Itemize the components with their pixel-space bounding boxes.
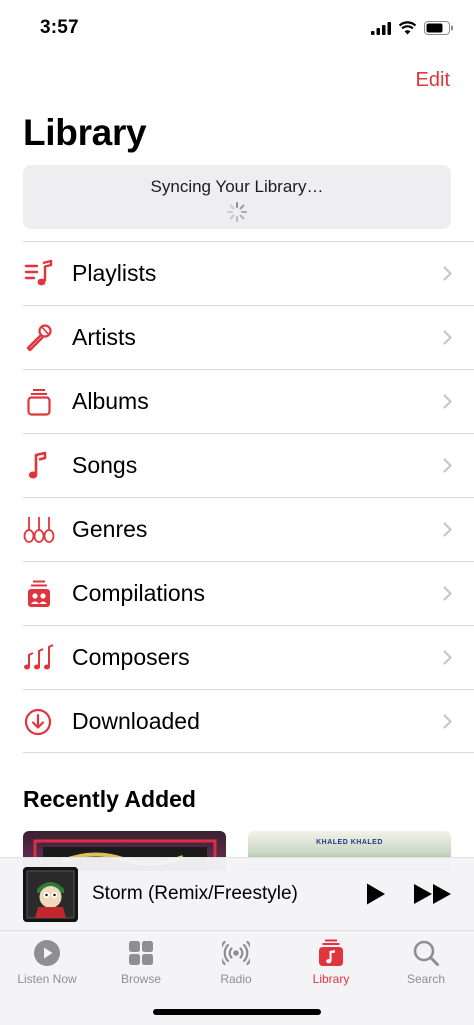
playlist-icon [24, 259, 53, 286]
chevron-right-icon [443, 394, 452, 409]
status-time: 3:57 [40, 17, 79, 38]
status-bar: 3:57 [0, 0, 474, 56]
play-icon[interactable] [365, 882, 387, 906]
library-item-label: Composers [72, 644, 190, 670]
library-item-albums[interactable]: Albums [23, 369, 474, 433]
play-circle-icon [34, 940, 60, 966]
album-artwork-title: KHALED KHALED [316, 839, 383, 846]
tab-browse[interactable]: Browse [94, 931, 188, 1001]
library-item-label: Playlists [72, 260, 157, 286]
chevron-right-icon [443, 650, 452, 665]
tab-label: Library [312, 972, 350, 986]
library-item-label: Downloaded [72, 708, 200, 734]
activity-spinner-icon [227, 202, 247, 222]
music-note-icon [28, 451, 47, 479]
sync-status-text: Syncing Your Library… [150, 177, 324, 196]
page-title: Library [23, 112, 147, 153]
sync-status-banner: Syncing Your Library… [23, 165, 451, 229]
tab-radio[interactable]: Radio [189, 931, 283, 1001]
library-item-genres[interactable]: Genres [23, 497, 474, 561]
chevron-right-icon [443, 458, 452, 473]
library-item-composers[interactable]: Composers [23, 625, 474, 689]
album-stack-icon [27, 389, 51, 416]
fast-forward-icon[interactable] [413, 882, 453, 906]
library-item-songs[interactable]: Songs [23, 433, 474, 497]
guitars-icon [23, 517, 55, 543]
tab-label: Browse [120, 972, 161, 986]
tab-search[interactable]: Search [379, 931, 473, 1001]
tab-library[interactable]: Library [284, 931, 378, 1001]
compilation-icon [28, 580, 50, 607]
library-item-label: Songs [72, 452, 138, 478]
battery-icon [424, 21, 453, 35]
edit-button[interactable]: Edit [416, 69, 450, 92]
library-item-playlists[interactable]: Playlists [23, 241, 474, 305]
tab-label: Listen Now [17, 972, 77, 986]
tab-listen-now[interactable]: Listen Now [0, 931, 94, 1001]
recently-added-heading: Recently Added [23, 786, 196, 812]
library-item-artists[interactable]: Artists [23, 305, 474, 369]
library-item-compilations[interactable]: Compilations [23, 561, 474, 625]
home-indicator[interactable] [153, 1009, 321, 1015]
cellular-signal-icon [371, 21, 391, 35]
download-circle-icon [24, 708, 52, 736]
chevron-right-icon [443, 266, 452, 281]
status-icons [371, 18, 454, 38]
chevron-right-icon [443, 586, 452, 601]
library-list: Playlists Artists Albums Songs Genres Co… [23, 241, 474, 753]
now-playing-artwork [23, 867, 78, 922]
library-item-label: Albums [72, 388, 149, 414]
chevron-right-icon [443, 714, 452, 729]
now-playing-title: Storm (Remix/Freestyle) [92, 883, 298, 904]
chevron-right-icon [443, 330, 452, 345]
tab-label: Search [406, 972, 446, 986]
grid-icon [129, 941, 153, 965]
library-item-downloaded[interactable]: Downloaded [23, 689, 474, 753]
magnifier-icon [413, 940, 439, 966]
chevron-right-icon [443, 522, 452, 537]
radio-waves-icon [222, 940, 250, 966]
mini-player[interactable]: Storm (Remix/Freestyle) [0, 857, 474, 930]
library-item-label: Genres [72, 516, 148, 542]
microphone-icon [26, 324, 52, 352]
library-item-label: Artists [72, 324, 136, 350]
library-item-label: Compilations [72, 580, 205, 606]
music-notes-icon [24, 644, 54, 670]
library-music-icon [319, 939, 343, 966]
tab-label: Radio [220, 972, 252, 986]
wifi-icon [398, 21, 417, 35]
